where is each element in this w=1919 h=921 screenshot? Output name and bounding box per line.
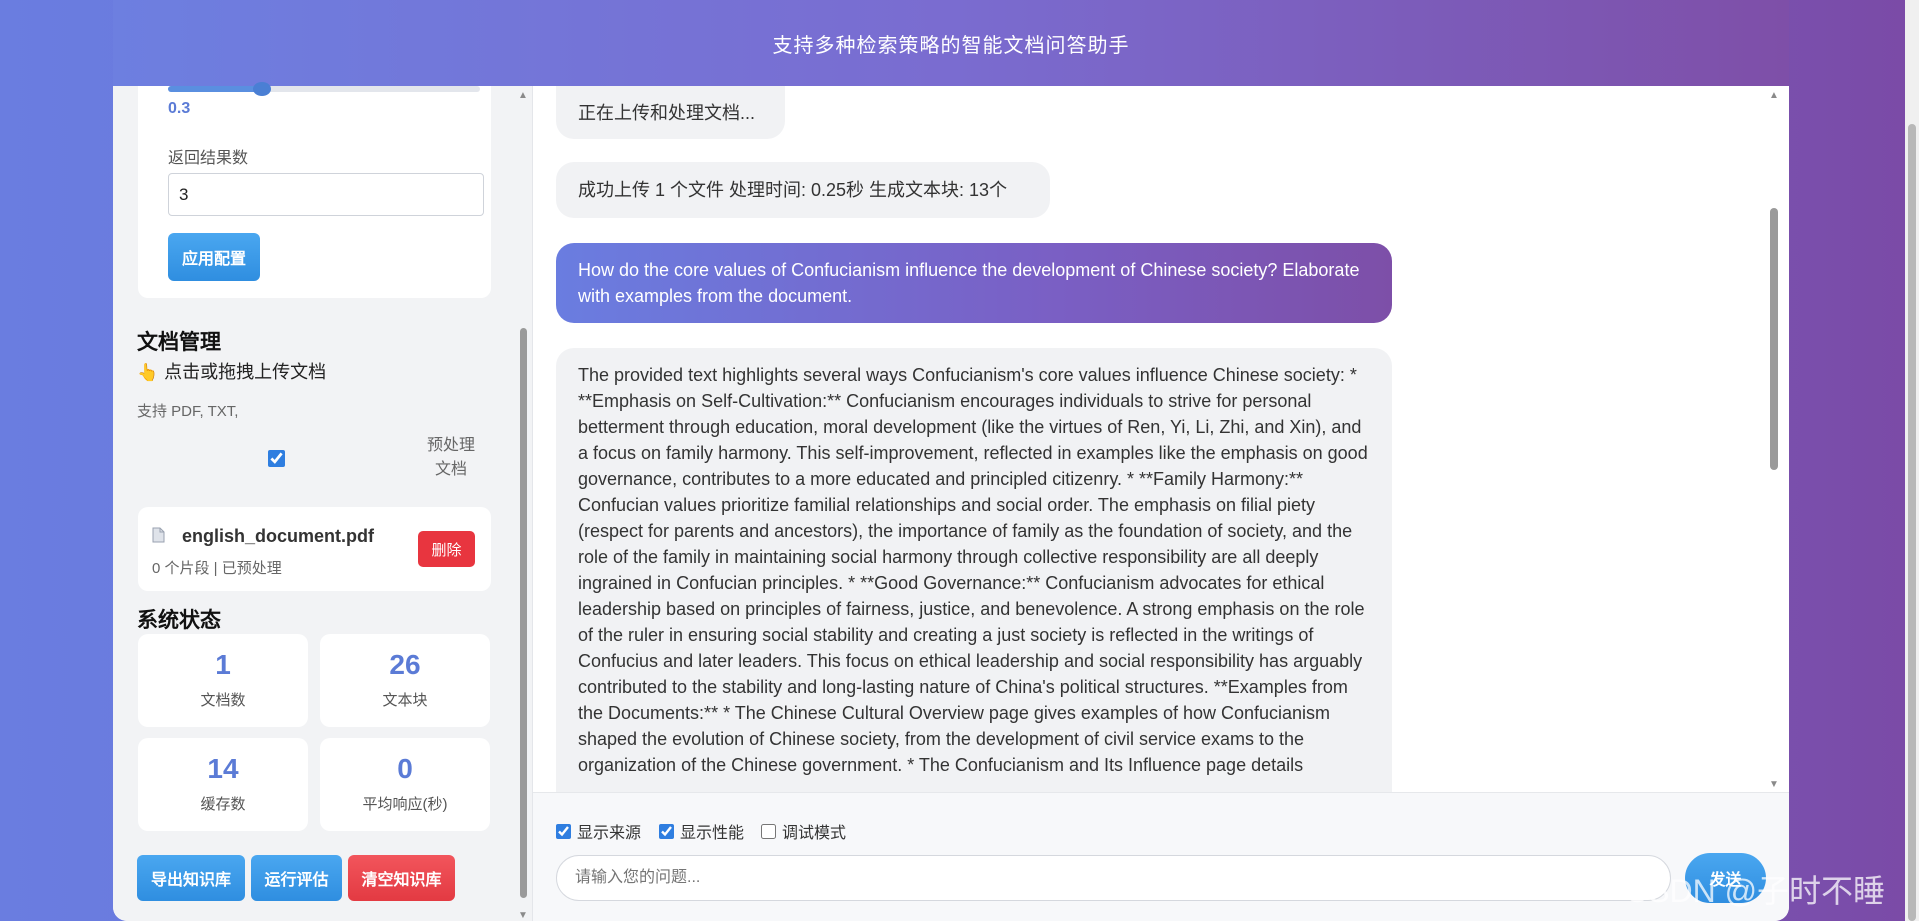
csdn-watermark: CSDN @子时不睡 — [1625, 873, 1886, 909]
stat-value: 26 — [389, 649, 421, 680]
show-source-label: 显示来源 — [577, 825, 642, 842]
page-scrollbar[interactable] — [1905, 0, 1919, 921]
show-source-checkbox[interactable] — [556, 823, 571, 839]
pointing-hand-icon: 👆 — [137, 363, 159, 382]
stat-chunk-count: 26 文本块 — [320, 634, 490, 727]
file-meta: 0 个片段 | 已预处理 — [152, 560, 282, 577]
stat-label: 文档数 — [200, 692, 246, 709]
app-header: 支持多种检索策略的智能文档问答助手 — [113, 0, 1789, 86]
chat-panel: 正在上传和处理文档... 成功上传 1 个文件 处理时间: 0.25秒 生成文本… — [533, 86, 1789, 792]
slider-handle[interactable] — [252, 82, 271, 96]
sidebar-scrollbar[interactable]: ▲ ▼ — [516, 86, 530, 921]
result-count-input[interactable] — [168, 173, 484, 216]
assistant-message: The provided text highlights several way… — [556, 348, 1392, 792]
upload-hint-text: 点击或拖拽上传文档 — [164, 362, 327, 382]
show-performance-label: 显示性能 — [680, 825, 745, 842]
page-scroll-thumb[interactable] — [1908, 124, 1916, 921]
stat-label: 文本块 — [382, 692, 428, 709]
scroll-down-arrow-icon[interactable]: ▼ — [1769, 779, 1779, 790]
debug-mode-label: 调试模式 — [782, 825, 847, 842]
page-title: 支持多种检索策略的智能文档问答助手 — [772, 34, 1130, 57]
clear-knowledge-base-button[interactable]: 清空知识库 — [348, 855, 455, 901]
stat-value: 14 — [207, 753, 239, 784]
apply-config-button[interactable]: 应用配置 — [168, 233, 260, 281]
file-name: english_document.pdf — [182, 526, 375, 546]
show-performance-option[interactable]: 显示性能 — [659, 819, 744, 843]
stat-avg-response: 0 平均响应(秒) — [320, 738, 490, 831]
supported-formats: 支持 PDF, TXT, — [137, 403, 239, 420]
stat-cache-count: 14 缓存数 — [138, 738, 308, 831]
similarity-threshold-slider[interactable] — [168, 82, 480, 96]
scroll-up-arrow-icon[interactable]: ▲ — [1769, 90, 1779, 101]
show-source-option[interactable]: 显示来源 — [556, 819, 641, 843]
stat-label: 平均响应(秒) — [362, 796, 448, 813]
system-message: 正在上传和处理文档... — [556, 86, 785, 139]
run-evaluation-button[interactable]: 运行评估 — [251, 855, 342, 901]
chat-input-area: 显示来源 显示性能 调试模式 发送 — [533, 792, 1789, 921]
chat-scrollbar[interactable]: ▲ ▼ — [1766, 86, 1782, 792]
retrieval-config-card: 0.3 返回结果数 应用配置 — [138, 82, 491, 298]
debug-mode-option[interactable]: 调试模式 — [761, 819, 846, 843]
preprocess-checkbox[interactable] — [268, 450, 285, 467]
result-count-label: 返回结果数 — [168, 150, 249, 167]
file-item: english_document.pdf 0 个片段 | 已预处理 删除 — [138, 507, 491, 591]
show-performance-checkbox[interactable] — [659, 823, 674, 839]
scroll-up-arrow-icon[interactable]: ▲ — [518, 90, 528, 101]
delete-file-button[interactable]: 删除 — [418, 531, 475, 567]
stat-document-count: 1 文档数 — [138, 634, 308, 727]
slider-fill — [168, 86, 262, 92]
preprocess-label: 预处理文档 — [426, 437, 475, 478]
file-icon — [152, 527, 165, 548]
document-management-title: 文档管理 — [137, 331, 221, 354]
stat-value: 1 — [215, 649, 231, 680]
debug-mode-checkbox[interactable] — [761, 823, 776, 839]
upload-dropzone[interactable]: 👆 点击或拖拽上传文档 — [137, 358, 326, 384]
chat-scroll-thumb[interactable] — [1770, 208, 1778, 470]
question-input[interactable] — [556, 855, 1671, 901]
stat-value: 0 — [397, 753, 413, 784]
stat-label: 缓存数 — [200, 796, 246, 813]
user-message: How do the core values of Confucianism i… — [556, 243, 1392, 323]
app-window: 支持多种检索策略的智能文档问答助手 0.3 返回结果数 应用配置 文档管理 👆 点… — [113, 0, 1789, 921]
export-knowledge-base-button[interactable]: 导出知识库 — [137, 855, 245, 901]
scroll-down-arrow-icon[interactable]: ▼ — [518, 910, 528, 921]
threshold-value: 0.3 — [168, 100, 191, 117]
sidebar-scroll-thumb[interactable] — [520, 328, 527, 898]
system-message: 成功上传 1 个文件 处理时间: 0.25秒 生成文本块: 13个 — [556, 162, 1050, 218]
system-status-title: 系统状态 — [137, 609, 221, 632]
sidebar: 0.3 返回结果数 应用配置 文档管理 👆 点击或拖拽上传文档 支持 PDF, T… — [113, 82, 533, 921]
